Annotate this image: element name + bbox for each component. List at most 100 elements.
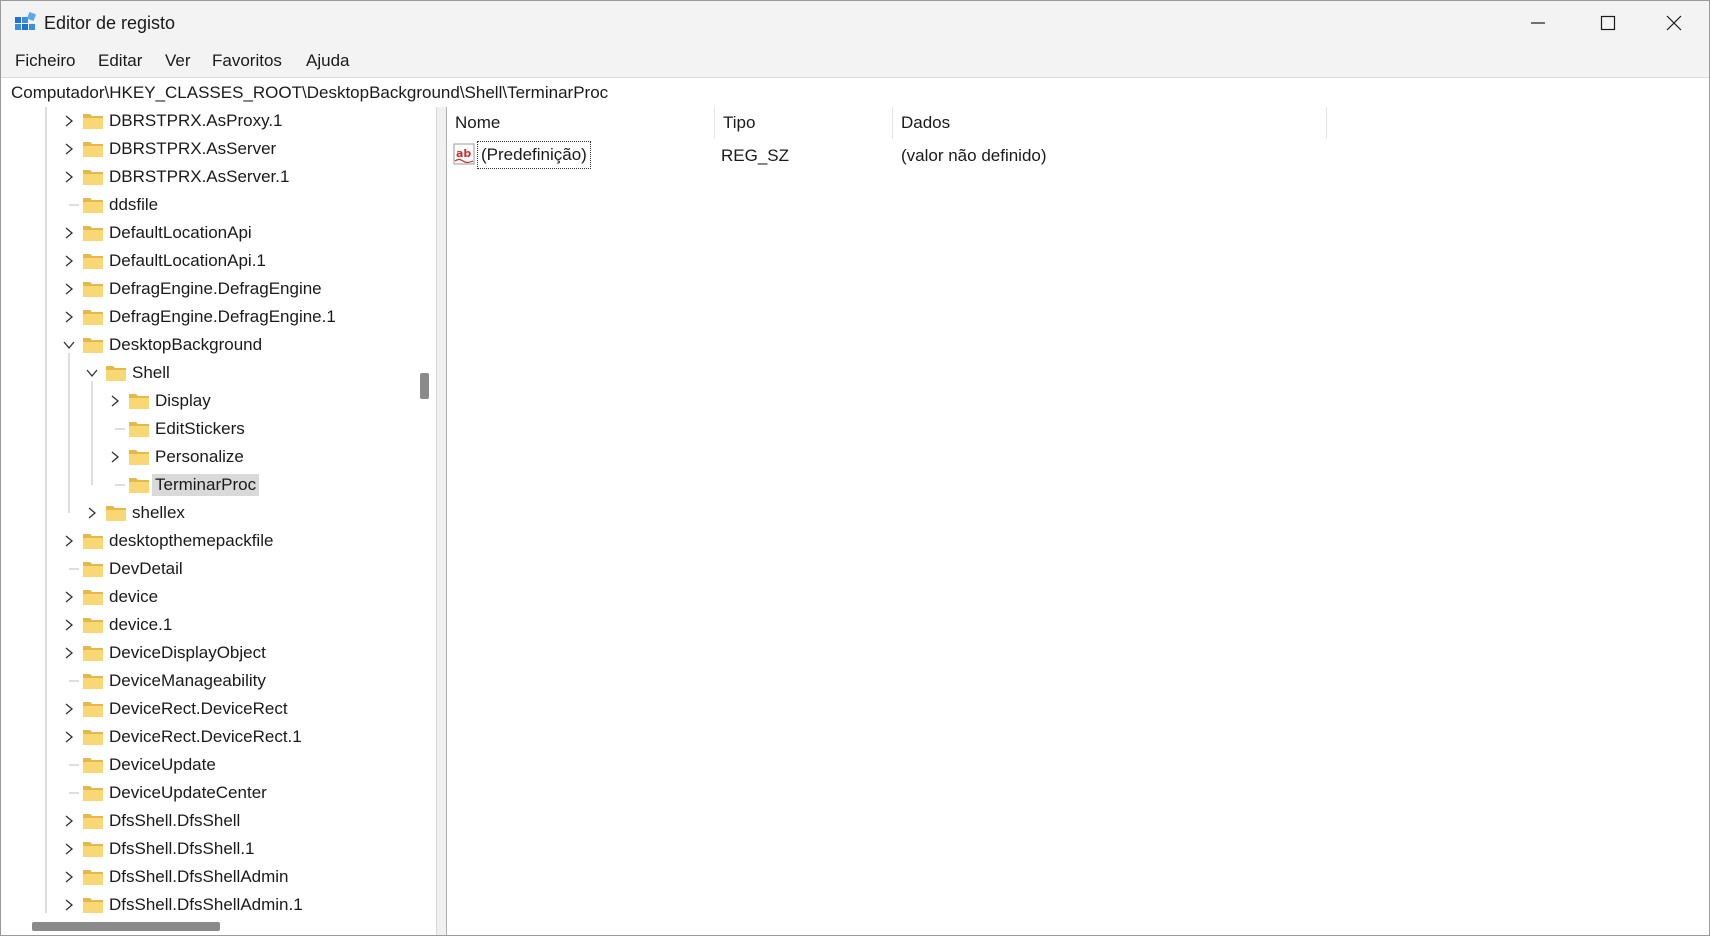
tree-node[interactable]: Display [1, 387, 414, 415]
tree-node-label[interactable]: DefragEngine.DefragEngine.1 [106, 306, 339, 328]
tree-node-label[interactable]: DefaultLocationApi.1 [106, 250, 269, 272]
chevron-right-icon[interactable] [85, 506, 99, 520]
chevron-right-icon[interactable] [62, 114, 76, 128]
tree-node-label[interactable]: DfsShell.DfsShell [106, 810, 243, 832]
value-name[interactable]: (Predefinição) [477, 141, 591, 169]
tree-node-label[interactable]: Shell [129, 362, 173, 384]
values-list-pane[interactable]: Nome Tipo Dados ab (Predefinição) REG_SZ… [447, 107, 1709, 935]
pane-splitter[interactable] [436, 107, 447, 935]
tree-node-label[interactable]: ddsfile [106, 194, 161, 216]
tree-node[interactable]: DeviceUpdate [1, 751, 414, 779]
chevron-right-icon[interactable] [62, 226, 76, 240]
tree-node-label[interactable]: Display [152, 390, 214, 412]
tree-node-label[interactable]: DefaultLocationApi [106, 222, 255, 244]
tree-node-label[interactable]: TerminarProc [152, 474, 260, 496]
value-row[interactable]: ab (Predefinição) REG_SZ (valor não defi… [447, 140, 1709, 170]
tree-node-label[interactable]: DeviceRect.DeviceRect.1 [106, 726, 305, 748]
tree-node-label[interactable]: DeviceDisplayObject [106, 642, 269, 664]
tree-node-label[interactable]: DeviceRect.DeviceRect [106, 698, 291, 720]
tree-node[interactable]: DfsShell.DfsShell.1 [1, 835, 414, 863]
menu-ficheiro[interactable]: Ficheiro [15, 51, 75, 71]
tree-node[interactable]: DefaultLocationApi.1 [1, 247, 414, 275]
key-tree-pane[interactable]: DBRSTPRX.AsProxy.1 DBRSTPRX.AsServer DBRST… [1, 107, 436, 935]
maximize-button[interactable] [1573, 1, 1643, 45]
chevron-right-icon[interactable] [62, 814, 76, 828]
chevron-right-icon[interactable] [62, 170, 76, 184]
tree-node[interactable]: DBRSTPRX.AsProxy.1 [1, 107, 414, 135]
chevron-right-icon[interactable] [62, 898, 76, 912]
tree-node[interactable]: DevDetail [1, 555, 414, 583]
tree-node[interactable]: shellex [1, 499, 414, 527]
chevron-down-icon[interactable] [85, 366, 99, 380]
chevron-right-icon[interactable] [62, 282, 76, 296]
tree-node-label[interactable]: DeviceUpdate [106, 754, 219, 776]
tree-node[interactable]: desktopthemepackfile [1, 527, 414, 555]
chevron-down-icon[interactable] [62, 338, 76, 352]
tree-horizontal-scrollbar[interactable] [1, 913, 414, 935]
tree-node-label[interactable]: DBRSTPRX.AsProxy.1 [106, 110, 286, 132]
tree-vertical-scrollbar[interactable] [414, 107, 436, 935]
tree-node-label[interactable]: EditStickers [152, 418, 248, 440]
tree-node[interactable]: Personalize [1, 443, 414, 471]
tree-node-label[interactable]: device [106, 586, 161, 608]
tree-node-label[interactable]: DeviceUpdateCenter [106, 782, 270, 804]
tree-node-label[interactable]: DBRSTPRX.AsServer [106, 138, 279, 160]
tree-node-label[interactable]: DBRSTPRX.AsServer.1 [106, 166, 292, 188]
tree-node[interactable]: DfsShell.DfsShell [1, 807, 414, 835]
chevron-right-icon[interactable] [62, 646, 76, 660]
tree-node-label[interactable]: DfsShell.DfsShellAdmin [106, 866, 292, 888]
chevron-right-icon[interactable] [62, 310, 76, 324]
chevron-right-icon[interactable] [62, 618, 76, 632]
tree-node-label[interactable]: DefragEngine.DefragEngine [106, 278, 325, 300]
tree-node[interactable]: DefaultLocationApi [1, 219, 414, 247]
tree-node-label[interactable]: DevDetail [106, 558, 186, 580]
tree-node-label[interactable]: Personalize [152, 446, 247, 468]
tree-node[interactable]: DeviceRect.DeviceRect [1, 695, 414, 723]
tree-node[interactable]: device.1 [1, 611, 414, 639]
chevron-right-icon[interactable] [108, 394, 122, 408]
tree-node-label[interactable]: shellex [129, 502, 188, 524]
chevron-right-icon[interactable] [62, 254, 76, 268]
column-header-tipo[interactable]: Tipo [715, 107, 893, 139]
title-bar[interactable]: Editor de registo [1, 1, 1709, 45]
tree-node[interactable]: DeviceManageability [1, 667, 414, 695]
tree-vertical-scroll-thumb[interactable] [420, 373, 429, 399]
chevron-right-icon[interactable] [62, 702, 76, 716]
tree-node[interactable]: DeviceDisplayObject [1, 639, 414, 667]
tree-node-label[interactable]: DesktopBackground [106, 334, 265, 356]
tree-node-label[interactable]: DfsShell.DfsShell.1 [106, 838, 258, 860]
tree-node[interactable]: DesktopBackground [1, 331, 414, 359]
chevron-right-icon[interactable] [62, 534, 76, 548]
tree-node[interactable]: TerminarProc [1, 471, 414, 499]
tree-node[interactable]: ddsfile [1, 191, 414, 219]
tree-node[interactable]: DeviceRect.DeviceRect.1 [1, 723, 414, 751]
tree-horizontal-scroll-thumb[interactable] [32, 922, 220, 931]
tree-node[interactable]: DefragEngine.DefragEngine.1 [1, 303, 414, 331]
address-path[interactable]: Computador\HKEY_CLASSES_ROOT\DesktopBack… [11, 83, 608, 103]
tree-node[interactable]: DBRSTPRX.AsServer.1 [1, 163, 414, 191]
chevron-right-icon[interactable] [62, 842, 76, 856]
tree-node[interactable]: DBRSTPRX.AsServer [1, 135, 414, 163]
menu-editar[interactable]: Editar [98, 51, 142, 71]
close-button[interactable] [1639, 1, 1709, 45]
chevron-right-icon[interactable] [62, 590, 76, 604]
tree-node[interactable]: Shell [1, 359, 414, 387]
column-header-dados[interactable]: Dados [893, 107, 1327, 139]
menu-favoritos[interactable]: Favoritos [212, 51, 282, 71]
tree-node-label[interactable]: desktopthemepackfile [106, 530, 276, 552]
tree-node[interactable]: device [1, 583, 414, 611]
tree-node[interactable]: EditStickers [1, 415, 414, 443]
chevron-right-icon[interactable] [108, 450, 122, 464]
minimize-button[interactable] [1503, 1, 1573, 45]
chevron-right-icon[interactable] [62, 730, 76, 744]
tree-node-label[interactable]: DeviceManageability [106, 670, 269, 692]
tree-node[interactable]: DfsShell.DfsShellAdmin [1, 863, 414, 891]
tree-node-label[interactable]: device.1 [106, 614, 175, 636]
address-bar[interactable]: Computador\HKEY_CLASSES_ROOT\DesktopBack… [1, 77, 1709, 108]
chevron-right-icon[interactable] [62, 870, 76, 884]
column-header-nome[interactable]: Nome [447, 107, 715, 139]
menu-ajuda[interactable]: Ajuda [306, 51, 349, 71]
chevron-right-icon[interactable] [62, 142, 76, 156]
tree-node[interactable]: DeviceUpdateCenter [1, 779, 414, 807]
menu-ver[interactable]: Ver [165, 51, 191, 71]
